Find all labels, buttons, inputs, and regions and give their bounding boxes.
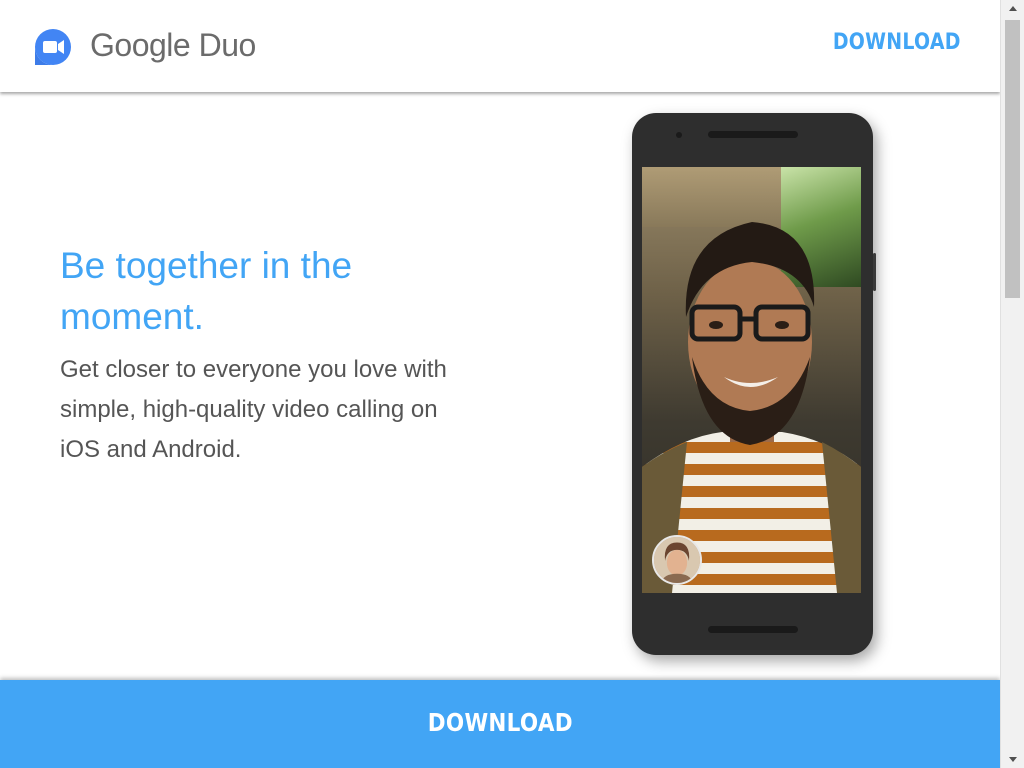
bottom-download-bar[interactable]: DOWNLOAD bbox=[0, 680, 1000, 768]
bottom-download-label: DOWNLOAD bbox=[427, 708, 573, 737]
page: Google Duo DOWNLOAD Be together in the m… bbox=[0, 0, 1000, 768]
video-call-person-image bbox=[642, 222, 861, 593]
self-view-pip-thumbnail[interactable] bbox=[652, 535, 702, 585]
header-download-link[interactable]: DOWNLOAD bbox=[833, 30, 961, 55]
hero-headline: Be together in the moment. bbox=[60, 245, 353, 337]
phone-side-button bbox=[873, 253, 876, 291]
vertical-scrollbar[interactable] bbox=[1000, 0, 1024, 768]
google-duo-logo-icon[interactable] bbox=[33, 27, 73, 67]
phone-bottom-speaker bbox=[708, 626, 798, 633]
phone-screen bbox=[642, 167, 861, 593]
brand-name[interactable]: Google Duo bbox=[90, 27, 256, 64]
site-header: Google Duo DOWNLOAD bbox=[0, 0, 1000, 92]
phone-camera bbox=[676, 132, 682, 138]
phone-mockup bbox=[632, 113, 876, 655]
bottom-download-button[interactable]: DOWNLOAD bbox=[0, 708, 1000, 737]
scrollbar-thumb[interactable] bbox=[1005, 20, 1020, 298]
scroll-up-arrow-icon[interactable] bbox=[1001, 0, 1024, 17]
scroll-down-arrow-icon[interactable] bbox=[1001, 751, 1024, 768]
hero-subtext: Get closer to everyone you love with sim… bbox=[60, 356, 447, 463]
phone-top-speaker bbox=[708, 131, 798, 138]
pip-person-image bbox=[654, 537, 700, 583]
